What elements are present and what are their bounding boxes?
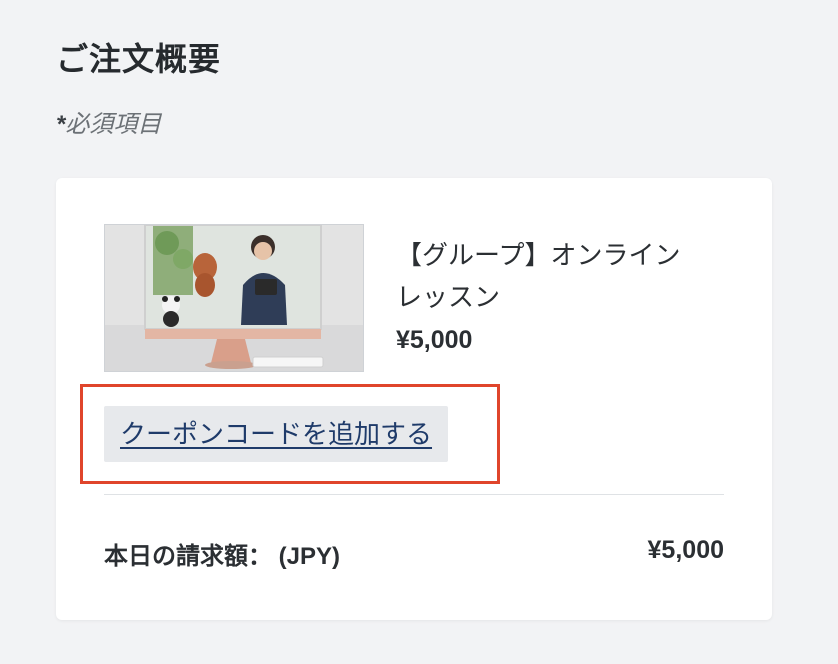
total-due-value: ¥5,000 bbox=[647, 536, 724, 564]
add-coupon-code-button[interactable]: クーポンコードを追加する bbox=[104, 406, 449, 462]
product-name-line-1: 【グループ】オンライン bbox=[396, 240, 681, 270]
product-name: 【グループ】オンライン レッスン bbox=[396, 234, 726, 318]
product-name-line-2: レッスン bbox=[396, 282, 501, 312]
product-image bbox=[104, 224, 364, 372]
page-title: ご注文概要 bbox=[56, 41, 222, 77]
required-fields-note: *必須項目 bbox=[56, 104, 161, 139]
order-summary-card: 【グループ】オンライン レッスン ¥5,000 クーポンコードを追加する 本日の… bbox=[56, 178, 772, 620]
required-fields-text: 必須項目 bbox=[65, 111, 162, 138]
product-price: ¥5,000 bbox=[396, 326, 473, 354]
required-asterisk: * bbox=[56, 111, 66, 138]
divider bbox=[104, 494, 724, 495]
total-due-label: 本日の請求額： (JPY) bbox=[104, 543, 341, 570]
